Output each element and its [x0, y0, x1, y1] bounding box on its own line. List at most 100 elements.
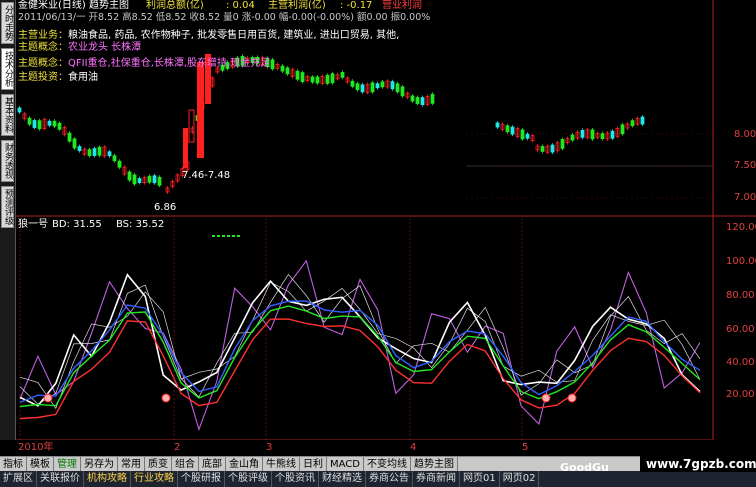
- toolbar-button[interactable]: MACD: [327, 457, 364, 472]
- theme-row-1: 主题概念：农业龙头 长株潭: [18, 42, 141, 54]
- price-tick: 7.50: [734, 160, 756, 171]
- candle: [640, 116, 645, 125]
- toolbar-button[interactable]: 不变均线: [364, 457, 411, 472]
- candle: [87, 149, 92, 157]
- ind-tick: 120.00: [726, 222, 756, 233]
- info-label: 主营业务：: [18, 30, 68, 41]
- toolbar-button[interactable]: 常用: [118, 457, 145, 472]
- high-annotation: 7.46-7.48: [182, 170, 231, 181]
- info-value: 农业龙头 长株潭: [68, 42, 142, 53]
- watermark: www.7gpzb.com: [640, 456, 756, 472]
- time-year: 2010年: [18, 442, 54, 453]
- candle: [52, 120, 57, 127]
- price-tick: 7.00: [734, 192, 756, 203]
- candle: [92, 148, 97, 156]
- extension-tab[interactable]: 个股资讯: [272, 471, 319, 487]
- tab-technical-analysis[interactable]: 技术分析: [1, 48, 14, 90]
- info-label: 主题投资：: [18, 72, 68, 83]
- candle: [107, 151, 112, 157]
- extension-tab[interactable]: 网页02: [500, 471, 540, 487]
- candle: [355, 83, 360, 91]
- candle: [270, 59, 275, 70]
- op-profit-label: 主营利润(亿): [268, 0, 326, 11]
- extension-tab[interactable]: 个股评级: [225, 471, 272, 487]
- toolbar-button[interactable]: 底部: [199, 457, 226, 472]
- indicator-line: [19, 318, 701, 420]
- bd-value: BD: 31.55: [52, 219, 102, 230]
- extension-tab[interactable]: 个股研报: [178, 471, 225, 487]
- toolbar-button[interactable]: 另存为: [81, 457, 118, 472]
- candle: [300, 72, 305, 82]
- candle: [495, 122, 500, 128]
- extension-tab[interactable]: 网页01: [460, 471, 500, 487]
- indicator-line: [19, 273, 701, 407]
- theme-invest-row: 主题投资：食用油: [18, 72, 98, 84]
- candle: [188, 109, 195, 143]
- toolbar-button[interactable]: 指标: [0, 457, 27, 472]
- tab-financial[interactable]: 财务透视: [1, 140, 14, 182]
- candle: [27, 117, 32, 125]
- candle: [415, 97, 420, 104]
- theme-row-2: 主题概念：QFII重仓,社保重仓,长株潭,股东增持,现金充足: [18, 58, 270, 70]
- buy-marker: [567, 393, 577, 403]
- candle: [430, 93, 435, 104]
- candle: [540, 146, 545, 152]
- left-tab-strip: 分时走势 技术分析 基本资料 财务透视 预测评级: [0, 0, 16, 440]
- candle: [183, 128, 188, 168]
- candle: [57, 122, 62, 130]
- extension-tab[interactable]: 券商公告: [366, 471, 413, 487]
- extension-tab[interactable]: 券商新闻: [413, 471, 460, 487]
- tab-basic-info[interactable]: 基本资料: [1, 94, 14, 136]
- candle: [395, 83, 400, 93]
- toolbar-button[interactable]: 组合: [172, 457, 199, 472]
- extension-toolbar: 扩展区 关联报价 机构攻略 行业攻略 个股研报 个股评级 个股资讯 财经精选 券商公告 券商新闻网…: [0, 471, 756, 487]
- time-tick: 2: [174, 442, 181, 453]
- toolbar-button[interactable]: 趋势主图: [411, 457, 458, 472]
- candle: [510, 126, 515, 135]
- candle: [97, 146, 102, 156]
- tab-intraday[interactable]: 分时走势: [1, 2, 14, 44]
- extension-tab[interactable]: 财经精选: [319, 471, 366, 487]
- time-tick: 3: [266, 442, 273, 453]
- extension-tab[interactable]: 关联报价: [37, 471, 84, 487]
- toolbar-button[interactable]: 牛熊线: [263, 457, 300, 472]
- candle: [400, 86, 405, 97]
- ind-tick: 80.00: [726, 290, 755, 301]
- toolbar-button[interactable]: 模板: [27, 457, 54, 472]
- watermark-partial: GoodGu: [560, 461, 609, 474]
- buy-marker: [541, 393, 551, 403]
- bs-value: BS: 35.52: [116, 219, 165, 230]
- main-tag: 营业利润: [382, 0, 422, 11]
- candle: [375, 83, 380, 89]
- candle: [630, 120, 635, 127]
- extension-tab[interactable]: 机构攻略: [84, 471, 131, 487]
- candle: [550, 144, 555, 153]
- toolbar-button[interactable]: 日利: [300, 457, 327, 472]
- info-label: 主题概念：: [18, 58, 68, 69]
- candle: [152, 175, 157, 184]
- tab-forecast[interactable]: 预测评级: [1, 186, 14, 228]
- candle: [132, 174, 137, 185]
- chart-title: 金健米业(日线) 趋势主图: [18, 0, 129, 11]
- candle: [137, 178, 142, 183]
- candle: [620, 124, 625, 135]
- toolbar-button[interactable]: 金山角: [226, 457, 263, 472]
- toolbar-button[interactable]: 质变: [145, 457, 172, 472]
- indicator-line: [19, 273, 701, 410]
- candle: [147, 175, 152, 183]
- quote-line: 2011/06/13/一 开8.52 高8.52 低8.52 收8.52 量0 …: [18, 12, 431, 23]
- candle: [580, 129, 585, 138]
- extension-tab[interactable]: 扩展区: [0, 471, 37, 487]
- buy-marker: [161, 393, 171, 403]
- candle: [295, 70, 300, 80]
- ind-tick: 20.00: [726, 389, 755, 400]
- candle: [112, 155, 117, 162]
- toolbar-button[interactable]: 管理: [54, 457, 81, 472]
- candle: [285, 67, 290, 75]
- info-label: 主题概念：: [18, 42, 68, 53]
- extension-tab[interactable]: 行业攻略: [131, 471, 178, 487]
- candle: [37, 120, 42, 130]
- time-tick: 4: [410, 442, 417, 453]
- candle: [590, 129, 595, 140]
- candle: [330, 73, 335, 84]
